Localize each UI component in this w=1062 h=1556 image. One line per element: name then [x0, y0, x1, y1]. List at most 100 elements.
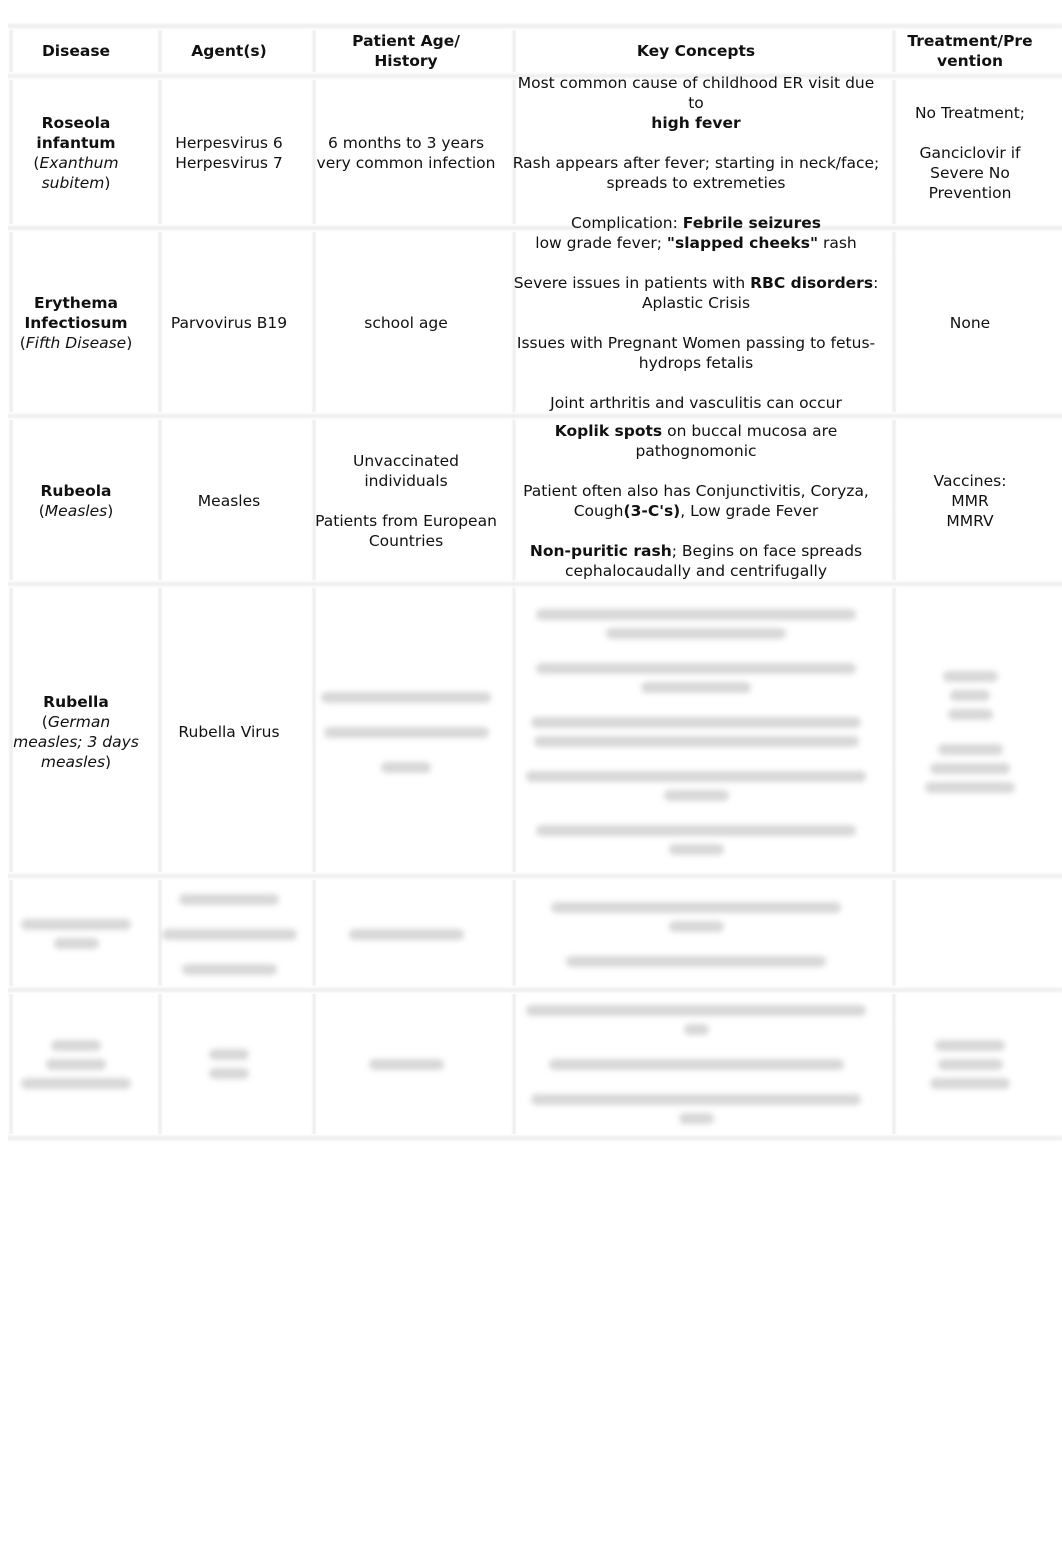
- header-agents: Agent(s): [152, 26, 306, 76]
- disease-name: Roseola: [41, 114, 111, 132]
- redacted-text: [512, 713, 880, 751]
- key-concept: Most common cause of childhood ER visit …: [517, 74, 875, 132]
- table-row: Roseola infantum (Exanthum subitem) Herp…: [0, 74, 1054, 232]
- redacted-text: [312, 758, 500, 777]
- treatment-text: MMRV: [946, 512, 994, 530]
- disease-cell: Rubella (German measles; 3 days measles): [0, 588, 152, 876]
- header-disease-label: Disease: [41, 42, 111, 60]
- key-concept: Joint arthritis and vasculitis can occur: [550, 394, 842, 412]
- disease-name: Infectiosum: [24, 314, 128, 332]
- key-concept: Severe issues in patients with RBC disor…: [513, 274, 879, 312]
- age-cell-redacted: [306, 878, 506, 990]
- redacted-text: [512, 659, 880, 697]
- agent-cell-redacted: [152, 878, 306, 990]
- redacted-text: [312, 1055, 500, 1074]
- redacted-text: [892, 740, 1048, 797]
- redacted-text: [158, 890, 300, 909]
- table-header-row: Disease Agent(s) Patient Age/ History Ke…: [0, 26, 1054, 76]
- age-text: school age: [364, 314, 448, 332]
- treatment-text: None: [949, 314, 991, 332]
- treatment-cell-redacted: [886, 992, 1054, 1136]
- treatment-cell-empty: [886, 878, 1054, 990]
- key-concept: Koplik spots on buccal mucosa are pathog…: [554, 422, 838, 460]
- header-agents-label: Agent(s): [191, 42, 267, 60]
- redacted-text: [158, 1045, 300, 1083]
- key-concepts-cell: Most common cause of childhood ER visit …: [506, 74, 886, 232]
- key-concepts-cell-redacted: [506, 588, 886, 876]
- table-row: Erythema Infectiosum (Fifth Disease) Par…: [0, 230, 1054, 416]
- redacted-text: [312, 925, 500, 944]
- age-text: Patients from European Countries: [315, 512, 497, 550]
- disease-cell-redacted: [0, 878, 152, 990]
- treatment-text: Ganciclovir if: [919, 144, 1021, 162]
- key-concept: low grade fever; "slapped cheeks" rash: [535, 234, 857, 252]
- treatment-cell: Vaccines: MMR MMRV: [886, 418, 1054, 584]
- key-concepts-cell-redacted: [506, 992, 886, 1136]
- disease-cell: Rubeola (Measles): [0, 418, 152, 584]
- agent-text: Herpesvirus 6: [175, 134, 283, 152]
- redacted-text: [512, 952, 880, 971]
- treatment-text: Vaccines:: [933, 472, 1007, 490]
- disease-cell-redacted: [0, 992, 152, 1136]
- redacted-text: [512, 898, 880, 936]
- header-tx-label-line2: vention: [936, 52, 1004, 70]
- redacted-text: [512, 1055, 880, 1074]
- age-cell: 6 months to 3 years very common infectio…: [306, 78, 506, 228]
- redacted-text: [312, 688, 500, 707]
- treatment-text: MMR: [951, 492, 989, 510]
- redacted-text: [6, 915, 146, 953]
- header-age-label-line1: Patient Age/: [352, 32, 460, 50]
- disease-alt-name: (Fifth Disease): [19, 334, 133, 352]
- document-page: Disease Agent(s) Patient Age/ History Ke…: [0, 0, 1062, 1556]
- agent-text: Parvovirus B19: [170, 314, 288, 332]
- header-tx-label-line1: Treatment/Pre: [907, 32, 1033, 50]
- agent-cell: Rubella Virus: [152, 588, 306, 876]
- table-row: Rubella (German measles; 3 days measles)…: [0, 588, 1054, 876]
- agent-cell: Parvovirus B19: [152, 230, 306, 416]
- age-text: Unvaccinated individuals: [353, 452, 459, 490]
- age-text: very common infection: [316, 154, 496, 172]
- age-cell: school age: [306, 230, 506, 416]
- redacted-text: [512, 821, 880, 859]
- age-cell-redacted: [306, 992, 506, 1136]
- disease-cell: Erythema Infectiosum (Fifth Disease): [0, 230, 152, 416]
- treatment-cell: None: [886, 230, 1054, 416]
- agent-cell-redacted: [152, 992, 306, 1136]
- disease-name: Rubella: [43, 693, 109, 711]
- age-text: 6 months to 3 years: [327, 134, 485, 152]
- disease-alt-name: (Measles): [38, 502, 114, 520]
- redacted-text: [512, 1090, 880, 1128]
- redacted-text: [6, 1036, 146, 1093]
- redacted-text: [158, 925, 300, 944]
- key-concept: Rash appears after fever; starting in ne…: [512, 154, 880, 192]
- redacted-text: [512, 767, 880, 805]
- key-concepts-cell: low grade fever; "slapped cheeks" rash S…: [506, 230, 886, 416]
- agent-text: Rubella Virus: [178, 723, 280, 741]
- treatment-text: Prevention: [928, 184, 1012, 202]
- agent-text: Measles: [197, 492, 261, 510]
- treatment-cell: No Treatment; Ganciclovir if Severe No P…: [886, 78, 1054, 228]
- redacted-text: [312, 723, 500, 742]
- key-concept: Issues with Pregnant Women passing to fe…: [516, 334, 876, 372]
- disease-name: infantum: [36, 134, 116, 152]
- table-row: Rubeola (Measles) Measles Unvaccinated i…: [0, 418, 1054, 584]
- agent-cell: Measles: [152, 418, 306, 584]
- table-row-redacted: [0, 992, 1054, 1136]
- disease-alt-name: (Exanthum subitem): [33, 154, 119, 192]
- treatment-text: Severe No: [930, 164, 1010, 182]
- key-concepts-cell-redacted: [506, 878, 886, 990]
- redacted-text: [512, 1001, 880, 1039]
- redacted-text: [892, 667, 1048, 724]
- disease-name: Rubeola: [40, 482, 112, 500]
- agent-text: Herpesvirus 7: [175, 154, 283, 172]
- redacted-text: [512, 605, 880, 643]
- disease-alt-name: (German measles; 3 days measles): [13, 713, 139, 771]
- age-cell: Unvaccinated individuals Patients from E…: [306, 418, 506, 584]
- header-key-concepts: Key Concepts: [506, 26, 886, 76]
- key-concepts-cell: Koplik spots on buccal mucosa are pathog…: [506, 418, 886, 584]
- agent-cell: Herpesvirus 6 Herpesvirus 7: [152, 78, 306, 228]
- redacted-text: [892, 1036, 1048, 1093]
- header-treatment: Treatment/Pre vention: [886, 26, 1054, 76]
- disease-cell: Roseola infantum (Exanthum subitem): [0, 78, 152, 228]
- age-cell-redacted: [306, 588, 506, 876]
